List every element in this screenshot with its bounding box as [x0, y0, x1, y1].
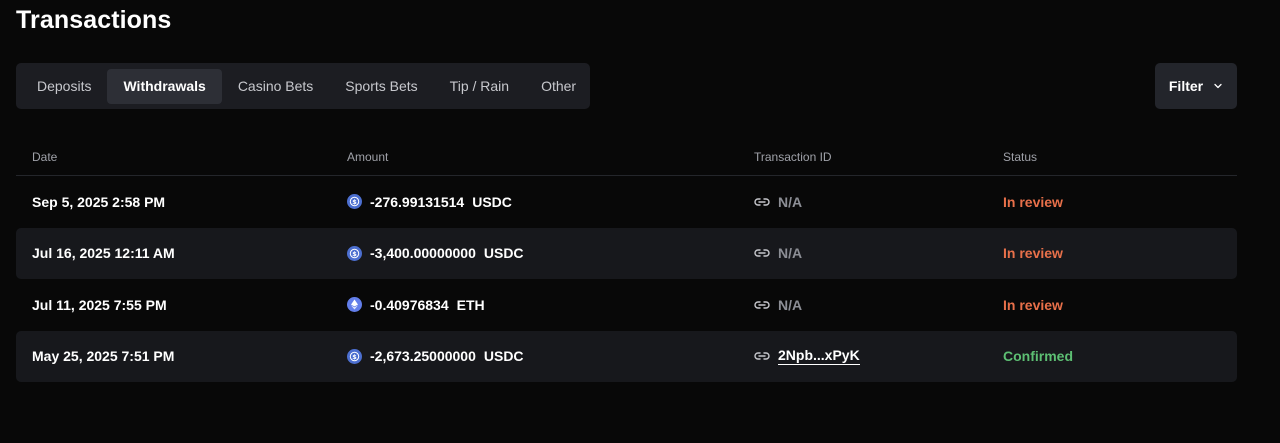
transaction-type-tabs: Deposits Withdrawals Casino Bets Sports …	[16, 63, 590, 109]
table-row: May 25, 2025 7:51 PM $ -2,673.25000000 U…	[16, 330, 1237, 383]
link-icon	[754, 194, 770, 210]
status-label: In review	[1003, 193, 1063, 210]
row-transaction-id: N/A	[754, 279, 802, 331]
amount-value: -276.99131514	[370, 193, 465, 210]
status-label: In review	[1003, 245, 1063, 262]
transaction-id-value: N/A	[778, 245, 803, 262]
transactions-page: Transactions Deposits Withdrawals Casino…	[0, 0, 1280, 443]
tab-casino-bets[interactable]: Casino Bets	[222, 69, 329, 104]
eth-icon	[347, 297, 362, 313]
tab-deposits[interactable]: Deposits	[21, 69, 107, 104]
filter-button-label: Filter	[1168, 78, 1204, 94]
svg-text:$: $	[352, 250, 357, 258]
link-icon	[754, 348, 770, 364]
filter-button[interactable]: Filter	[1155, 63, 1237, 109]
header-amount: Amount	[347, 150, 389, 164]
usdc-icon: $	[347, 194, 362, 210]
tab-sports-bets[interactable]: Sports Bets	[329, 69, 433, 104]
row-amount: $ -3,400.00000000 USDC	[347, 228, 524, 280]
row-date: Jul 11, 2025 7:55 PM	[32, 296, 167, 313]
row-date: Sep 5, 2025 2:58 PM	[32, 193, 166, 210]
amount-value: -3,400.00000000	[370, 245, 476, 262]
page-title: Transactions	[16, 6, 172, 34]
row-amount: -0.40976834 ETH	[347, 279, 485, 331]
svg-text:$: $	[352, 198, 357, 206]
tab-other[interactable]: Other	[525, 69, 592, 104]
table-row: Jul 11, 2025 7:55 PM -0.40976834 ETH N/A…	[16, 279, 1237, 331]
row-amount: $ -2,673.25000000 USDC	[347, 331, 524, 383]
status-label: In review	[1003, 296, 1063, 313]
chevron-down-icon	[1213, 81, 1223, 91]
table-row: Sep 5, 2025 2:58 PM $ -276.99131514 USDC…	[16, 176, 1237, 228]
link-icon	[754, 297, 770, 313]
svg-text:$: $	[352, 353, 357, 361]
amount-currency: USDC	[472, 193, 512, 210]
amount-currency: ETH	[456, 296, 485, 313]
row-date: Jul 16, 2025 12:11 AM	[32, 245, 175, 262]
transaction-id-value: N/A	[778, 193, 803, 210]
status-label: Confirmed	[1003, 348, 1073, 365]
amount-currency: USDC	[483, 348, 524, 365]
row-date: May 25, 2025 7:51 PM	[32, 348, 175, 365]
usdc-icon: $	[347, 245, 362, 261]
row-amount: $ -276.99131514 USDC	[347, 176, 512, 228]
amount-value: -2,673.25000000	[370, 348, 476, 365]
tab-tip-rain[interactable]: Tip / Rain	[434, 69, 525, 104]
amount-value: -0.40976834	[370, 296, 449, 313]
header-transaction-id: Transaction ID	[754, 150, 832, 164]
header-status: Status	[1003, 150, 1038, 164]
tab-withdrawals[interactable]: Withdrawals	[107, 68, 222, 104]
link-icon	[754, 245, 770, 261]
usdc-icon: $	[347, 348, 362, 364]
table-header: Date Amount Transaction ID Status	[16, 138, 1237, 176]
row-transaction-id: 2Npb...xPyK	[754, 331, 860, 383]
transaction-id-link[interactable]: 2Npb...xPyK	[778, 347, 860, 366]
transactions-table: Date Amount Transaction ID Status Sep 5,…	[16, 138, 1237, 382]
table-row: Jul 16, 2025 12:11 AM $ -3,400.00000000 …	[16, 227, 1237, 280]
transaction-id-value: N/A	[778, 296, 803, 313]
amount-currency: USDC	[483, 245, 524, 262]
header-date: Date	[32, 150, 58, 164]
row-transaction-id: N/A	[754, 176, 802, 228]
row-transaction-id: N/A	[754, 228, 802, 280]
